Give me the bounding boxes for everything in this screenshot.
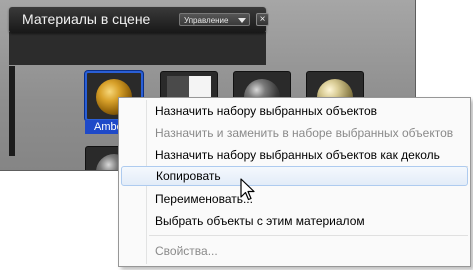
menu-separator [149, 235, 468, 236]
menu-item-assign-to-selection[interactable]: Назначить набору выбранных объектов [121, 101, 468, 121]
palette-toolbar-strip [9, 32, 266, 65]
screenshot-stage: Материалы в сцене Управление × Ambe Назн… [0, 0, 473, 270]
mouse-pointer-icon [240, 178, 255, 201]
palette-title-bar[interactable]: Материалы в сцене Управление × [9, 7, 269, 33]
chevron-down-icon [238, 18, 246, 23]
manage-dropdown[interactable]: Управление [179, 13, 250, 26]
menu-item-assign-as-decal[interactable]: Назначить набору выбранных объектов как … [121, 145, 468, 165]
context-menu: Назначить набору выбранных объектов Назн… [118, 97, 471, 267]
menu-item-assign-and-replace[interactable]: Назначить и заменить в наборе выбранных … [121, 123, 468, 143]
menu-item-copy[interactable]: Копировать [121, 166, 468, 186]
palette-title: Материалы в сцене [22, 11, 151, 27]
menu-item-select-objects[interactable]: Выбрать объекты с этим материалом [121, 211, 468, 231]
menu-item-properties[interactable]: Свойства... [121, 241, 468, 261]
palette-side-handle[interactable] [9, 66, 15, 156]
menu-item-rename[interactable]: Переименовать... [121, 189, 468, 209]
close-button[interactable]: × [256, 13, 269, 26]
manage-dropdown-label: Управление [184, 16, 229, 25]
